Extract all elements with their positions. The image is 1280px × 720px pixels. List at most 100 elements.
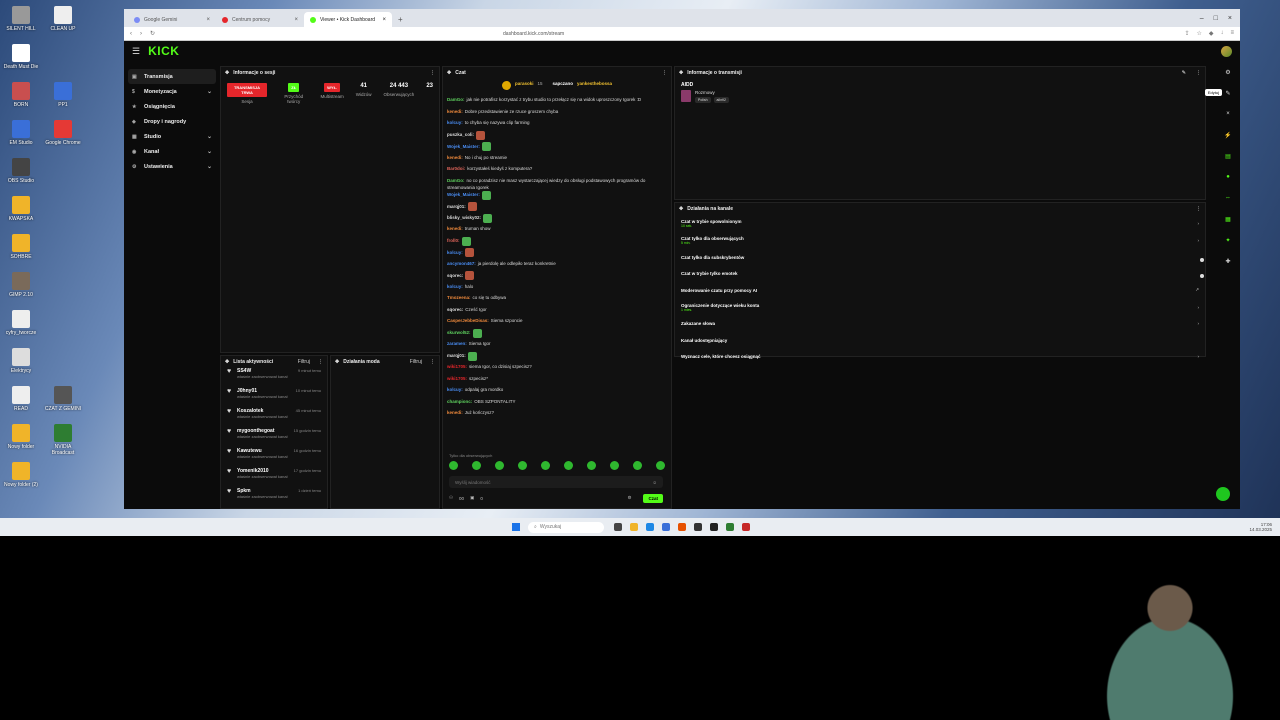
channel-action[interactable]: Czat w trybie spowolnionym 10 sek. › [675,215,1205,232]
chat-username[interactable]: marqj01: [447,353,466,358]
desktop-shortcut[interactable]: KWAPSKA [2,196,40,222]
desktop-shortcut[interactable]: SILENT HILL [2,6,40,32]
channel-action[interactable]: Czat tylko dla subskrybentów [675,249,1205,266]
chevron-down-icon[interactable]: ⌄ [207,163,212,170]
back-icon[interactable]: ‹ [130,31,132,37]
edit-icon[interactable]: ✎ [1182,70,1186,76]
list-item[interactable]: ♥ Yomenik2010 właśnie zaobserwował kanał 17… [221,468,327,488]
pencil-icon[interactable]: ✎ [1224,90,1233,99]
list-item[interactable]: ♥ J0hny01 właśnie zaobserwował kanał 10 min… [221,388,327,408]
more-icon[interactable]: ⋮ [430,70,435,76]
wrench-icon[interactable]: ✦ [1224,237,1233,246]
chat-username[interactable]: sqorec: [447,307,463,312]
settings-icon[interactable]: ⚙ [627,495,631,501]
move-icon[interactable]: ✥ [447,70,451,76]
emote-icon[interactable] [495,461,504,470]
expand-icon[interactable]: ⇔ [1224,195,1233,204]
windows-start-icon[interactable] [512,523,520,531]
desktop-shortcut[interactable]: CLEAN UP [44,6,82,32]
chevron-right-icon[interactable]: › [1198,321,1200,326]
top-gifter[interactable]: parasoki [515,81,534,90]
top-gifter-2[interactable]: sapczano [552,81,573,90]
chat-username[interactable]: Bar0doi: [447,166,465,171]
desktop-shortcut[interactable]: GIMP 2.10 [2,272,40,298]
desktop-shortcut[interactable]: PP1 [44,82,82,108]
sidebar-item-5[interactable]: ◉ Kanał ⌄ [128,144,216,159]
chat-username[interactable]: kolcuy: [447,120,463,125]
more-icon[interactable]: ⋮ [662,70,667,76]
channel-action[interactable]: Zakazane słowa › [675,316,1205,333]
chat-username[interactable]: ancymon467: [447,261,476,266]
reload-icon[interactable]: ↻ [150,30,155,37]
url-field[interactable]: dashboard.kick.com/stream [503,31,564,37]
list-item[interactable]: ♥ Kawutewu właśnie zaobserwował kanał 16 go… [221,448,327,468]
emote-icon[interactable] [656,461,665,470]
taskbar-search[interactable]: ⌕ Wyszukaj [528,521,604,533]
move-icon[interactable]: ✥ [335,359,339,365]
chat-username[interactable]: kenedi: [447,155,463,160]
chat-input[interactable]: Wyślij wiadomość ☺ [449,476,663,488]
more-icon[interactable]: ⋮ [318,359,323,365]
chat-username[interactable]: Tmozeena: [447,295,471,300]
chat-bubble-icon[interactable]: ● [1224,174,1233,183]
desktop-shortcut[interactable]: Nowy folder (2) [2,462,40,488]
move-icon[interactable]: ✥ [679,206,683,212]
tab-gemini[interactable]: Google Gemini × [128,12,216,27]
chat-username[interactable]: kenedi: [447,109,463,114]
channel-action[interactable]: Kanał udostępniający [675,332,1205,349]
desktop-shortcut[interactable]: SOHBRE [2,234,40,260]
wallet-icon[interactable]: ▣ [470,495,474,501]
close-icon[interactable]: × [382,17,386,23]
tab-help-center[interactable]: Centrum pomocy × [216,12,304,27]
brave-icon[interactable] [678,523,686,531]
move-icon[interactable]: ✥ [225,359,229,365]
emote-icon[interactable] [633,461,642,470]
chat-username[interactable]: CasperJebbeDisas: [447,318,489,323]
emote-icon[interactable] [610,461,619,470]
desktop-shortcut[interactable]: Death Must Die [2,44,40,70]
user-avatar[interactable] [1221,45,1232,57]
menu-icon[interactable]: ≡ [1230,30,1234,37]
close-icon[interactable]: × [206,17,210,23]
share-icon[interactable]: ⇪ [1184,30,1189,37]
gift-icon[interactable]: ▦ [1224,216,1233,225]
more-icon[interactable]: ⋮ [1196,206,1201,212]
lightning-icon[interactable]: ⚡ [1224,132,1233,141]
task-view-icon[interactable] [614,523,622,531]
emote-icon[interactable] [541,461,550,470]
more-icon[interactable]: ⋮ [1196,70,1201,76]
chevron-right-icon[interactable]: › [1198,221,1200,226]
move-icon[interactable]: ✥ [225,70,229,76]
emoji-icon[interactable]: ☺ [652,480,657,485]
chat-username[interactable]: kolcuy: [447,250,463,255]
obs-icon[interactable] [710,523,718,531]
points-icon[interactable]: ⚇ [449,495,453,501]
chrome-icon[interactable] [742,523,750,531]
desktop-shortcut[interactable]: READ [2,386,40,412]
close-window-icon[interactable]: × [1228,15,1232,22]
chevron-right-icon[interactable]: › [1198,354,1200,359]
sidebar-item-0[interactable]: ▣ Transmisja [128,69,216,84]
channel-action[interactable]: Ograniczenie dotyczące wieku konta 1 mies… [675,299,1205,316]
download-icon[interactable]: ↓ [1220,30,1223,37]
chevron-down-icon[interactable]: ⌄ [207,148,212,155]
desktop-shortcut[interactable]: NVIDIA Broadcast [44,424,82,456]
help-bubble-icon[interactable] [1216,487,1230,501]
category-name[interactable]: Rozmowy [695,90,729,95]
chevron-down-icon[interactable]: ⌄ [207,88,212,95]
hamburger-icon[interactable]: ☰ [132,46,140,57]
chat-username[interactable]: froll0: [447,238,460,243]
kick-logo[interactable]: KICK [148,44,179,58]
puzzle-icon[interactable]: ✚ [1224,258,1233,267]
list-item[interactable]: ♥ Koszalotek właśnie zaobserwował kanał 45 … [221,408,327,428]
chat-username[interactable]: kolcuy: [447,284,463,289]
chat-username[interactable]: DamGo: [447,178,465,183]
channel-action[interactable]: Czat tylko dla obserwujących 5 min. › [675,232,1205,249]
desktop-shortcut[interactable]: Nowy folder [2,424,40,450]
activity-filter-button[interactable]: Filtruj [298,359,310,365]
explorer-icon[interactable] [630,523,638,531]
desktop-shortcut[interactable]: CZAT Z GEMINI [44,386,82,412]
chat-username[interactable]: kolcuy: [447,387,463,392]
tab-kick-dashboard[interactable]: Viewer • Kick Dashboard × [304,12,392,27]
emote-icon[interactable] [472,461,481,470]
